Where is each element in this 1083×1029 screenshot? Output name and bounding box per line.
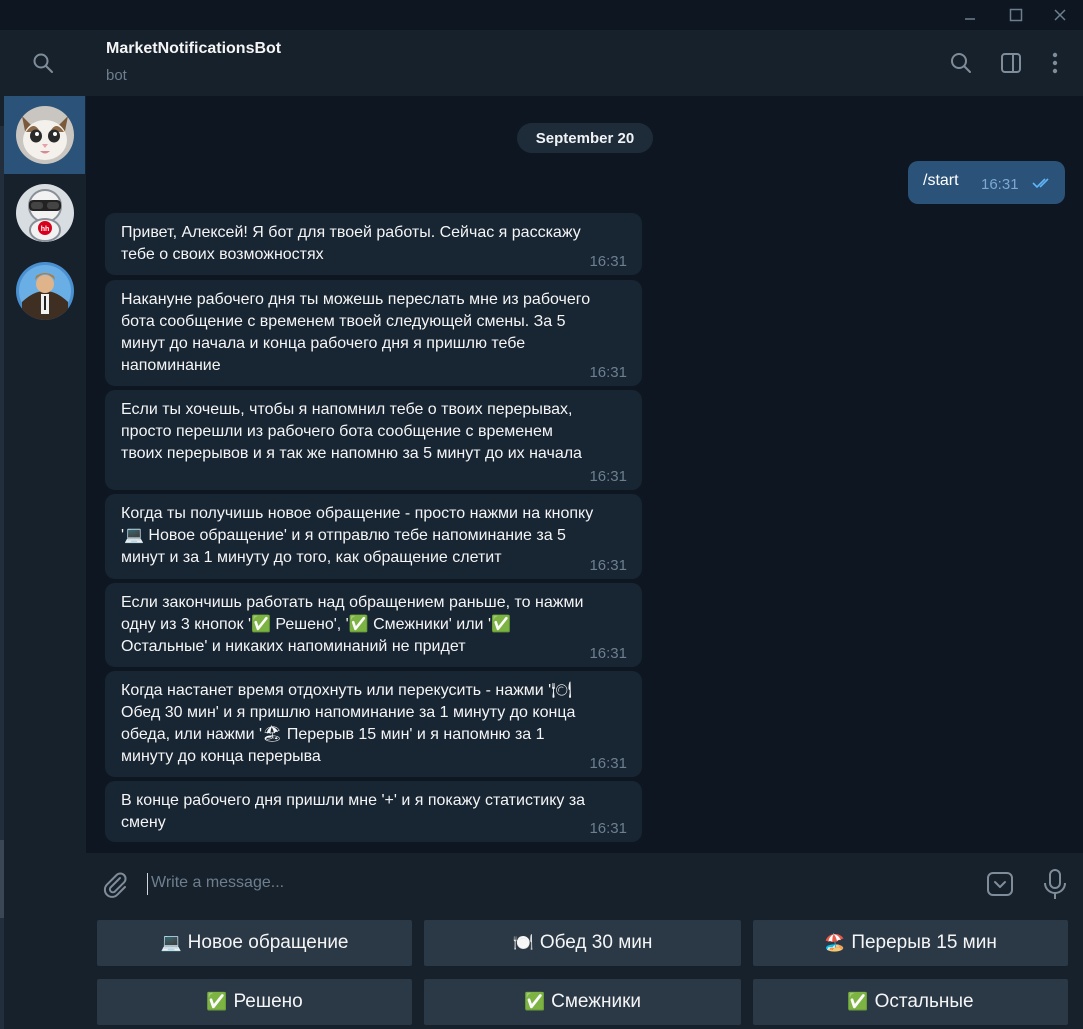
check-icon: ✅	[206, 992, 228, 1011]
maximize-button[interactable]	[993, 0, 1039, 30]
message-text: /start	[923, 172, 959, 189]
check-icon: ✅	[523, 992, 546, 1011]
message-list[interactable]: September 20 /start 16:31 Привет, Алексе…	[86, 96, 1083, 853]
chat-subtitle: bot	[106, 67, 127, 84]
svg-text:hh: hh	[40, 226, 49, 233]
new-request-button[interactable]: 💻 Новое обращение	[97, 920, 412, 966]
text-cursor	[147, 873, 148, 895]
bot-reply-keyboard: 💻 Новое обращение 🍽️ Обед 30 мин 🏖️ Пере…	[86, 915, 1083, 1029]
title-bar	[0, 0, 1083, 30]
search-icon	[951, 53, 971, 73]
message-text: Если закончишь работать над обращением р…	[121, 594, 584, 655]
header-search-button[interactable]	[948, 50, 974, 76]
plate-icon: 🍽️	[512, 933, 534, 952]
chat-item-man[interactable]	[4, 252, 85, 330]
message-time: 16:31	[589, 364, 627, 381]
incoming-message[interactable]: Привет, Алексей! Я бот для твоей работы.…	[105, 213, 642, 275]
message-time: 16:31	[589, 645, 627, 662]
incoming-message[interactable]: Когда ты получишь новое обращение - прос…	[105, 494, 642, 579]
message-time: 16:31	[589, 755, 627, 772]
chat-title[interactable]: MarketNotificationsBot	[106, 40, 281, 58]
chat-list-sidebar: hh	[0, 30, 86, 1029]
solved-button[interactable]: ✅ Решено	[97, 979, 412, 1025]
sidebar-panel-icon	[1001, 53, 1021, 73]
cat-avatar	[15, 106, 74, 164]
incoming-message[interactable]: Накануне рабочего дня ты можешь переслат…	[105, 280, 642, 386]
incoming-message[interactable]: Если закончишь работать над обращением р…	[105, 583, 642, 667]
message-text: Если ты хочешь, чтобы я напомнил тебе о …	[121, 401, 582, 462]
microphone-icon[interactable]	[1040, 867, 1070, 901]
message-time: 16:31	[589, 468, 627, 485]
message-text: Привет, Алексей! Я бот для твоей работы.…	[121, 224, 581, 263]
more-options-button[interactable]	[1042, 50, 1068, 76]
close-button[interactable]	[1037, 0, 1083, 30]
chat-header[interactable]: MarketNotificationsBot bot	[86, 30, 1083, 96]
button-label: Обед 30 мин	[539, 932, 653, 953]
minimize-button[interactable]	[947, 0, 993, 30]
close-icon	[1054, 9, 1066, 21]
laptop-icon: 💻	[160, 933, 182, 952]
message-time: 16:31	[589, 820, 627, 837]
beach-icon: 🏖️	[824, 933, 846, 952]
minimize-icon	[965, 18, 975, 20]
chat-item-cat[interactable]	[4, 96, 85, 174]
incoming-message[interactable]: В конце рабочего дня пришли мне '+' и я …	[105, 781, 642, 842]
lunch-button[interactable]: 🍽️ Обед 30 мин	[424, 920, 741, 966]
message-time: 16:31	[589, 253, 627, 270]
message-input[interactable]: Write a message...	[151, 874, 284, 892]
outgoing-message[interactable]: /start 16:31	[908, 161, 1065, 204]
attach-icon[interactable]	[100, 869, 130, 899]
message-time: 16:31	[981, 176, 1019, 193]
maximize-icon	[1009, 8, 1023, 22]
incoming-message[interactable]: Когда настанет время отдохнуть или перек…	[105, 671, 642, 777]
man-avatar	[15, 262, 74, 320]
bot-keyboard-toggle-icon[interactable]	[985, 869, 1015, 899]
message-text: Когда ты получишь новое обращение - прос…	[121, 505, 594, 566]
check-icon: ✅	[847, 992, 869, 1011]
date-separator: September 20	[517, 123, 653, 153]
hh-robot-avatar: hh	[15, 184, 74, 242]
related-button[interactable]: ✅ Смежники	[424, 979, 741, 1025]
message-text: В конце рабочего дня пришли мне '+' и я …	[121, 792, 586, 831]
message-composer: Write a message...	[86, 853, 1083, 915]
button-label: Смежники	[551, 991, 642, 1012]
sidebar-search-button[interactable]	[0, 30, 86, 96]
button-label: Остальные	[874, 991, 974, 1012]
message-time: 16:31	[589, 557, 627, 574]
sidebar-scrollbar[interactable]	[0, 840, 4, 918]
button-label: Решено	[233, 991, 303, 1012]
message-text: Когда настанет время отдохнуть или перек…	[121, 682, 576, 765]
others-button[interactable]: ✅ Остальные	[753, 979, 1068, 1025]
search-icon	[33, 53, 53, 73]
incoming-message[interactable]: Если ты хочешь, чтобы я напомнил тебе о …	[105, 390, 642, 490]
button-label: Перерыв 15 мин	[851, 932, 997, 953]
chat-item-hh-robot[interactable]: hh	[4, 174, 85, 252]
message-text: Накануне рабочего дня ты можешь переслат…	[121, 291, 591, 374]
button-label: Новое обращение	[187, 932, 349, 953]
sidebar-toggle-button[interactable]	[998, 50, 1024, 76]
break-button[interactable]: 🏖️ Перерыв 15 мин	[753, 920, 1068, 966]
double-check-icon	[1032, 178, 1049, 189]
more-vertical-icon	[1052, 52, 1058, 74]
